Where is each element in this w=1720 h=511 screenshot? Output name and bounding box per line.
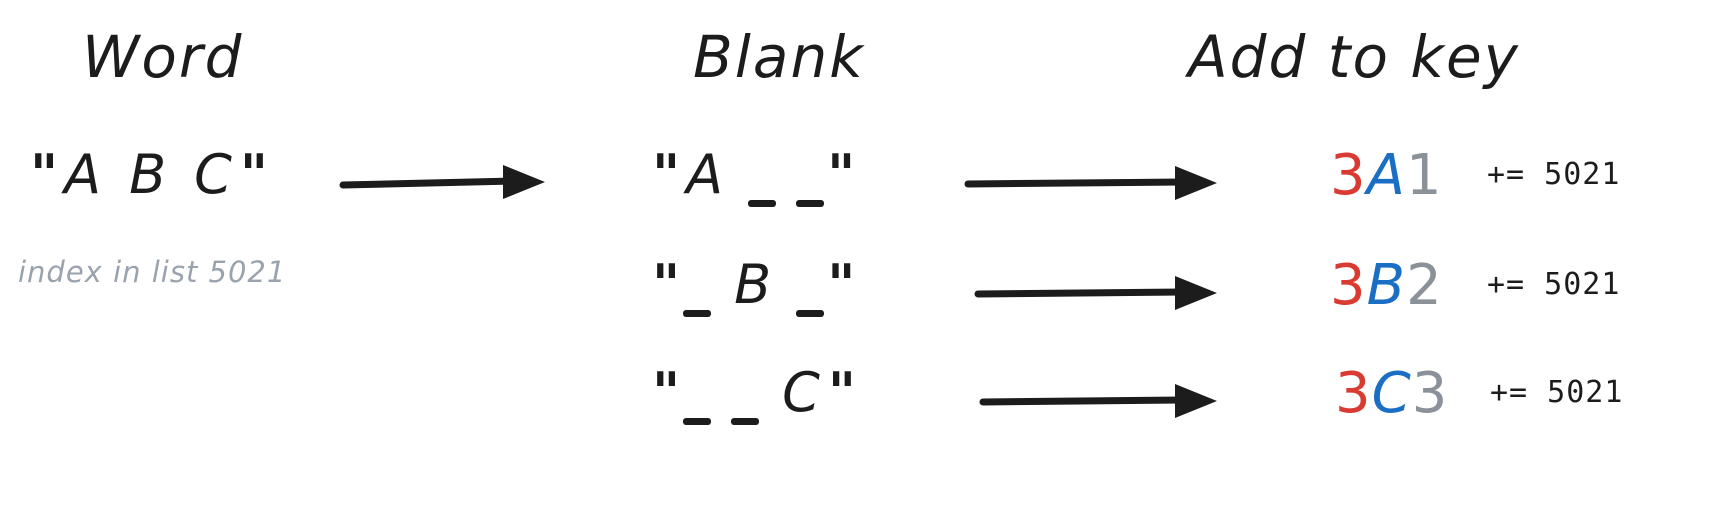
arrow-right-icon xyxy=(964,166,1217,200)
key-add-row-2: += 5021 xyxy=(1487,267,1621,302)
key-letter-row-1: A xyxy=(1366,143,1406,208)
arrow-right-icon xyxy=(339,165,545,199)
key-count-row-2: 3 xyxy=(1330,253,1367,318)
key-add-row-1: += 5021 xyxy=(1487,157,1621,192)
blank-slot-3-3: C xyxy=(782,361,822,424)
arrow-blank-to-key-row-1 xyxy=(964,158,1235,208)
blank-string-row-2: " B " xyxy=(652,258,855,317)
word-letter-a: A xyxy=(64,143,104,206)
key-token-row-3: 3C3 xyxy=(1335,366,1448,422)
word-string: " A B C " xyxy=(30,148,268,202)
blank-string-row-3: " C " xyxy=(652,366,856,425)
blank-open-quote-1: " xyxy=(652,143,681,206)
word-close-quote: " xyxy=(239,143,268,206)
key-letter-row-3: C xyxy=(1371,361,1412,426)
key-token-row-1: 3A1 xyxy=(1330,148,1443,204)
arrow-word-to-blank xyxy=(339,158,555,208)
arrow-blank-to-key-row-3 xyxy=(979,376,1250,426)
arrow-right-icon xyxy=(974,276,1217,310)
column-header-blank: Blank xyxy=(693,23,865,91)
key-count-row-1: 3 xyxy=(1330,143,1367,208)
column-header-word: Word xyxy=(82,23,244,91)
arrow-right-icon xyxy=(979,384,1217,418)
column-header-add-to-key: Add to key xyxy=(1188,23,1521,91)
word-index-caption: index in list 5021 xyxy=(18,255,287,289)
blank-open-quote-3: " xyxy=(652,361,681,424)
blank-slot-1-1: A xyxy=(686,143,726,206)
key-add-row-3: += 5021 xyxy=(1490,375,1624,410)
word-letter-c: C xyxy=(194,143,234,206)
key-position-row-2: 2 xyxy=(1406,253,1443,318)
key-token-row-2: 3B2 xyxy=(1330,258,1443,314)
diagram-canvas: Word Blank Add to key " A B C " index in lis… xyxy=(0,0,1720,511)
word-open-quote: " xyxy=(30,143,59,206)
blank-close-quote-3: " xyxy=(827,361,856,424)
arrow-blank-to-key-row-2 xyxy=(974,268,1245,318)
key-count-row-3: 3 xyxy=(1335,361,1372,426)
blank-close-quote-1: " xyxy=(827,143,856,206)
blank-string-row-1: " A " xyxy=(652,148,855,207)
blank-open-quote-2: " xyxy=(652,253,681,316)
blank-close-quote-2: " xyxy=(827,253,856,316)
key-letter-row-2: B xyxy=(1366,253,1407,318)
key-position-row-1: 1 xyxy=(1405,143,1443,208)
word-letter-b: B xyxy=(129,143,169,206)
key-position-row-3: 3 xyxy=(1411,361,1449,426)
blank-slot-2-2: B xyxy=(734,253,774,316)
